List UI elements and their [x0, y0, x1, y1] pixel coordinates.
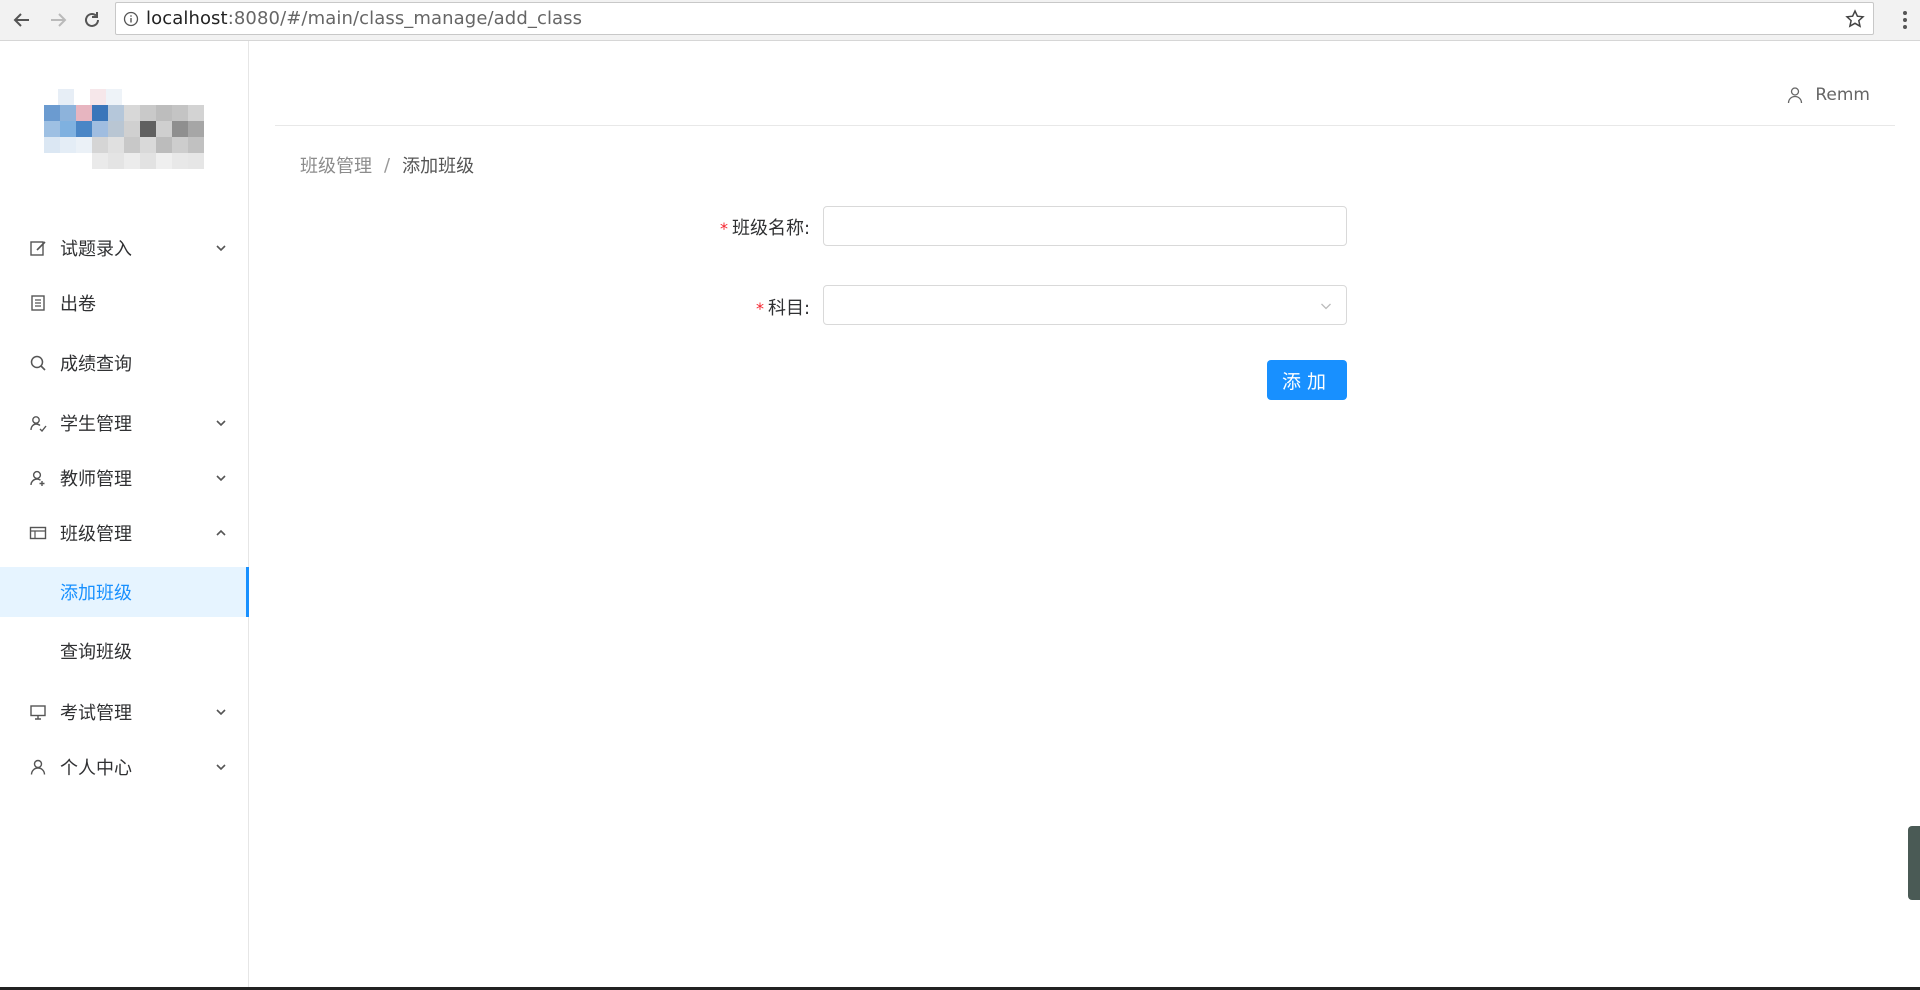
sidebar: 试题录入 出卷 成绩查询 学生管理 教师管理 班级管理 添加班级 查询班级 考试…: [0, 41, 249, 990]
sidebar-subitem-label: 添加班级: [60, 583, 132, 604]
search-icon: [30, 355, 46, 371]
bookmark-star-icon[interactable]: [1845, 9, 1865, 33]
chevron-down-icon: [216, 764, 226, 771]
sidebar-item-label: 班级管理: [60, 524, 132, 545]
sidebar-item-teacher-manage[interactable]: 教师管理: [0, 450, 249, 506]
sidebar-item-question-entry[interactable]: 试题录入: [0, 220, 249, 276]
required-mark: *: [756, 299, 764, 318]
top-header: Remm: [275, 41, 1895, 126]
info-icon[interactable]: [116, 11, 146, 27]
sidebar-subitem-query-class[interactable]: 查询班级: [0, 625, 249, 677]
user-icon: [1788, 87, 1803, 104]
chevron-down-icon: [1321, 303, 1331, 310]
class-icon: [29, 526, 47, 540]
chevron-down-icon: [216, 245, 226, 252]
forward-button[interactable]: [40, 2, 76, 38]
sidebar-item-exam-paper[interactable]: 出卷: [0, 275, 249, 331]
breadcrumb-parent[interactable]: 班级管理: [300, 152, 372, 178]
document-icon: [31, 295, 45, 311]
sidebar-item-label: 个人中心: [60, 758, 132, 779]
sidebar-item-score-query[interactable]: 成绩查询: [0, 335, 249, 391]
breadcrumb-separator: /: [384, 154, 391, 176]
reload-button[interactable]: [74, 2, 110, 38]
required-mark: *: [720, 219, 728, 238]
class-name-label-text: 班级名称:: [732, 218, 811, 239]
arrow-right-icon: [51, 13, 67, 27]
sidebar-item-personal-center[interactable]: 个人中心: [0, 739, 249, 795]
class-name-input[interactable]: [823, 206, 1347, 246]
sidebar-item-exam-manage[interactable]: 考试管理: [0, 684, 249, 740]
chevron-up-icon: [216, 529, 226, 536]
add-button[interactable]: 添加: [1267, 360, 1347, 400]
browser-toolbar: localhost:8080/#/main/class_manage/add_c…: [0, 0, 1920, 41]
sidebar-subitem-add-class[interactable]: 添加班级: [0, 567, 249, 617]
reload-icon: [85, 12, 99, 27]
edge-widget[interactable]: [1908, 826, 1920, 900]
subject-select[interactable]: [823, 285, 1347, 325]
chevron-down-icon: [216, 420, 226, 427]
breadcrumb: 班级管理 / 添加班级: [300, 152, 474, 178]
sidebar-item-label: 成绩查询: [60, 354, 132, 375]
edit-icon: [30, 241, 46, 256]
subject-label-text: 科目:: [768, 298, 811, 319]
username: Remm: [1815, 85, 1870, 105]
monitor-icon: [30, 705, 46, 720]
sidebar-item-student-manage[interactable]: 学生管理: [0, 395, 249, 451]
sidebar-item-label: 试题录入: [60, 239, 132, 260]
sidebar-item-label: 考试管理: [60, 703, 132, 724]
user-menu[interactable]: Remm: [1787, 85, 1870, 105]
sidebar-item-class-manage[interactable]: 班级管理: [0, 505, 249, 561]
chevron-down-icon: [216, 475, 226, 482]
chevron-down-icon: [216, 709, 226, 716]
sidebar-subitem-label: 查询班级: [60, 642, 132, 663]
teacher-icon: [30, 470, 45, 486]
arrow-left-icon: [13, 13, 29, 27]
browser-menu-icon[interactable]: [1896, 6, 1914, 34]
student-icon: [30, 416, 47, 432]
class-name-label: * 班级名称:: [720, 214, 810, 240]
sidebar-item-label: 学生管理: [60, 414, 132, 435]
url-path: :8080/#/main/class_manage/add_class: [227, 8, 583, 29]
user-icon: [30, 759, 46, 775]
address-bar[interactable]: localhost:8080/#/main/class_manage/add_c…: [115, 2, 1874, 35]
breadcrumb-current: 添加班级: [402, 156, 475, 177]
url-text: localhost:8080/#/main/class_manage/add_c…: [146, 8, 582, 29]
back-button[interactable]: [4, 2, 40, 38]
sidebar-item-label: 出卷: [60, 294, 96, 315]
url-host: localhost: [146, 8, 228, 29]
logo: [44, 89, 210, 207]
sidebar-item-label: 教师管理: [60, 469, 132, 490]
subject-label: * 科目:: [756, 294, 810, 320]
